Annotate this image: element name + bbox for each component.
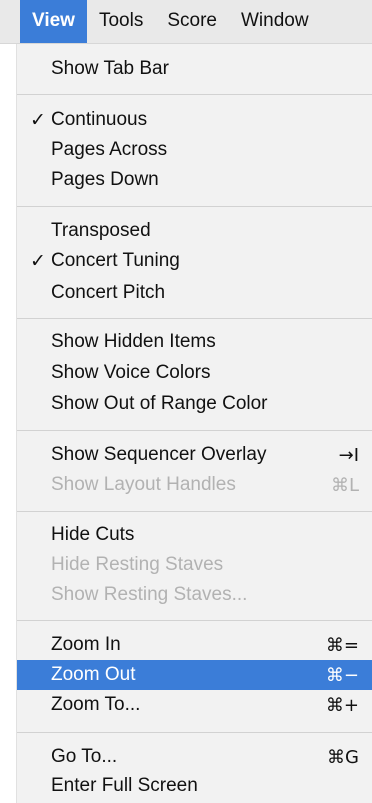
menu-separator <box>17 318 372 319</box>
menubar-window[interactable]: Window <box>229 0 321 43</box>
menu-item-label: Concert Tuning <box>51 250 180 271</box>
menu-item-pages-down[interactable]: Pages Down <box>17 165 372 195</box>
menu-item-show-voice-colors[interactable]: Show Voice Colors <box>17 358 372 388</box>
menu-item-label: Show Resting Staves... <box>51 584 248 605</box>
menu-separator <box>17 511 372 512</box>
menubar: View Tools Score Window <box>0 0 372 44</box>
menu-item-shortcut: ⌘G <box>327 746 359 768</box>
menu-item-zoom-to[interactable]: Zoom To... ⌘+ <box>17 690 372 720</box>
menu-separator <box>17 430 372 431</box>
menu-separator <box>17 206 372 207</box>
menu-item-label: Enter Full Screen <box>51 775 198 796</box>
menu-item-label: Concert Pitch <box>51 282 166 303</box>
menu-item-label: Hide Resting Staves <box>51 554 224 575</box>
view-menu: Show Tab Bar ✓ Continuous Pages Across P… <box>16 44 372 803</box>
menu-item-label: Zoom To... <box>51 694 141 715</box>
menubar-view[interactable]: View <box>20 0 87 43</box>
menu-item-label: Continuous <box>51 109 148 130</box>
menu-separator <box>17 94 372 95</box>
menu-item-transposed[interactable]: Transposed <box>17 216 372 246</box>
menu-item-shortcut: ⌘− <box>325 664 359 686</box>
menu-item-go-to[interactable]: Go To... ⌘G <box>17 742 372 772</box>
menu-separator <box>17 620 372 621</box>
menu-item-hide-cuts[interactable]: Hide Cuts <box>17 520 372 550</box>
menu-item-enter-full-screen[interactable]: Enter Full Screen <box>17 771 372 801</box>
menu-item-concert-tuning[interactable]: ✓ Concert Tuning <box>17 246 372 276</box>
menu-item-shortcut: ⌘+ <box>325 694 359 716</box>
menu-item-show-layout-handles: Show Layout Handles ⌘L <box>17 470 372 500</box>
checkmark-icon: ✓ <box>30 250 46 272</box>
menu-item-show-sequencer-overlay[interactable]: Show Sequencer Overlay →I <box>17 440 372 470</box>
menu-item-label: Pages Down <box>51 169 159 190</box>
tab-arrow-shortcut-icon: →I <box>338 444 359 466</box>
menu-item-show-out-of-range-color[interactable]: Show Out of Range Color <box>17 389 372 419</box>
menu-item-concert-pitch[interactable]: Concert Pitch <box>17 278 372 308</box>
menu-item-continuous[interactable]: ✓ Continuous <box>17 105 372 135</box>
menu-item-zoom-in[interactable]: Zoom In ⌘= <box>17 630 372 660</box>
menu-separator <box>17 732 372 733</box>
menu-item-label: Go To... <box>51 746 118 767</box>
menu-item-zoom-out[interactable]: Zoom Out ⌘− <box>17 660 372 690</box>
menu-item-label: Show Out of Range Color <box>51 393 268 414</box>
menu-item-hide-resting-staves: Hide Resting Staves <box>17 550 372 580</box>
menu-item-show-tab-bar[interactable]: Show Tab Bar <box>17 54 372 84</box>
menu-item-shortcut: ⌘L <box>330 474 359 496</box>
menubar-tools[interactable]: Tools <box>87 0 155 43</box>
menu-item-label: Show Hidden Items <box>51 331 216 352</box>
menu-item-label: Hide Cuts <box>51 524 135 545</box>
menu-item-pages-across[interactable]: Pages Across <box>17 135 372 165</box>
menu-item-label: Transposed <box>51 220 151 241</box>
menu-item-label: Show Sequencer Overlay <box>51 444 267 465</box>
menu-item-label: Show Tab Bar <box>51 58 169 79</box>
menubar-score[interactable]: Score <box>155 0 229 43</box>
menu-item-show-hidden-items[interactable]: Show Hidden Items <box>17 327 372 357</box>
menu-item-label: Zoom Out <box>51 664 136 685</box>
menu-item-show-resting-staves: Show Resting Staves... <box>17 580 372 610</box>
menu-item-label: Show Voice Colors <box>51 362 211 383</box>
menu-item-label: Zoom In <box>51 634 121 655</box>
menu-item-shortcut: ⌘= <box>325 634 359 656</box>
menu-item-label: Show Layout Handles <box>51 474 236 495</box>
checkmark-icon: ✓ <box>30 109 46 131</box>
menu-item-label: Pages Across <box>51 139 168 160</box>
